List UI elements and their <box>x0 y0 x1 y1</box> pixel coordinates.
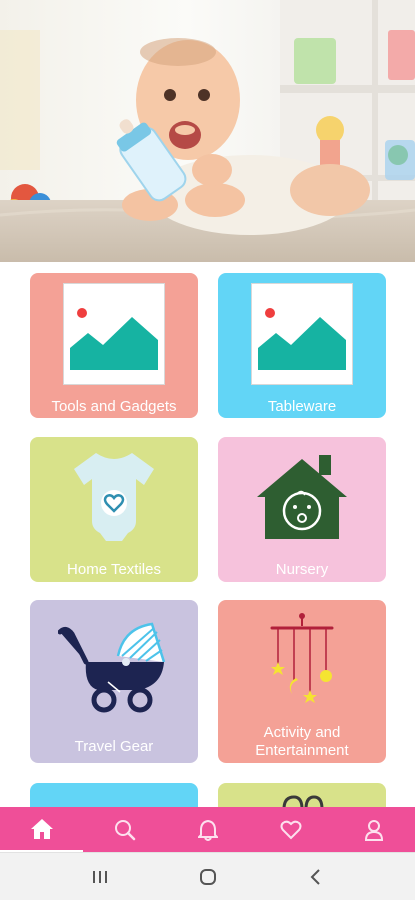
image-placeholder-icon <box>251 283 353 385</box>
baby-house-icon <box>257 455 347 539</box>
system-recents-button[interactable] <box>70 853 130 900</box>
nav-search[interactable] <box>83 807 166 852</box>
bottom-navigation-bar <box>0 807 415 852</box>
system-navigation-bar <box>0 852 415 900</box>
recents-icon <box>93 871 107 883</box>
category-label: Tableware <box>267 398 337 415</box>
category-label: Activity and Entertainment <box>255 724 349 759</box>
heart-icon <box>280 820 301 839</box>
user-icon <box>364 819 383 841</box>
category-card-nursery[interactable]: Nursery <box>218 437 386 582</box>
category-label: Travel Gear <box>74 738 154 755</box>
category-card-partial[interactable] <box>218 783 386 807</box>
partial-icon <box>282 795 324 807</box>
category-card-tools-and-gadgets[interactable]: Tools and Gadgets <box>30 273 198 418</box>
image-placeholder-icon <box>63 283 165 385</box>
baby-mobile-icon <box>270 613 334 703</box>
category-label: Tools and Gadgets <box>51 398 177 415</box>
category-label: Nursery <box>275 561 329 578</box>
bell-icon <box>197 819 218 841</box>
back-chevron-icon <box>310 869 320 885</box>
nav-home[interactable] <box>0 807 83 852</box>
category-card-partial[interactable] <box>30 783 198 807</box>
category-label: Home Textiles <box>67 561 161 578</box>
hero-banner-image <box>0 0 415 262</box>
category-card-activity-and-entertainment[interactable]: Activity and Entertainment <box>218 600 386 763</box>
category-card-home-textiles[interactable]: Home Textiles <box>30 437 198 582</box>
nav-profile[interactable] <box>332 807 415 852</box>
system-back-button[interactable] <box>286 853 346 900</box>
system-home-button[interactable] <box>178 853 238 900</box>
category-card-tableware[interactable]: Tableware <box>218 273 386 418</box>
category-card-travel-gear[interactable]: Travel Gear <box>30 600 198 763</box>
nav-notifications[interactable] <box>166 807 249 852</box>
stroller-icon <box>58 622 166 713</box>
nav-favorites[interactable] <box>249 807 332 852</box>
search-icon <box>114 819 135 840</box>
app-screen: Tools and Gadgets Tableware Home Textile… <box>0 0 415 900</box>
category-grid: Tools and Gadgets Tableware Home Textile… <box>0 262 415 807</box>
baby-onesie-icon <box>74 453 154 541</box>
circle-home-icon <box>200 869 216 885</box>
home-icon <box>30 818 53 839</box>
